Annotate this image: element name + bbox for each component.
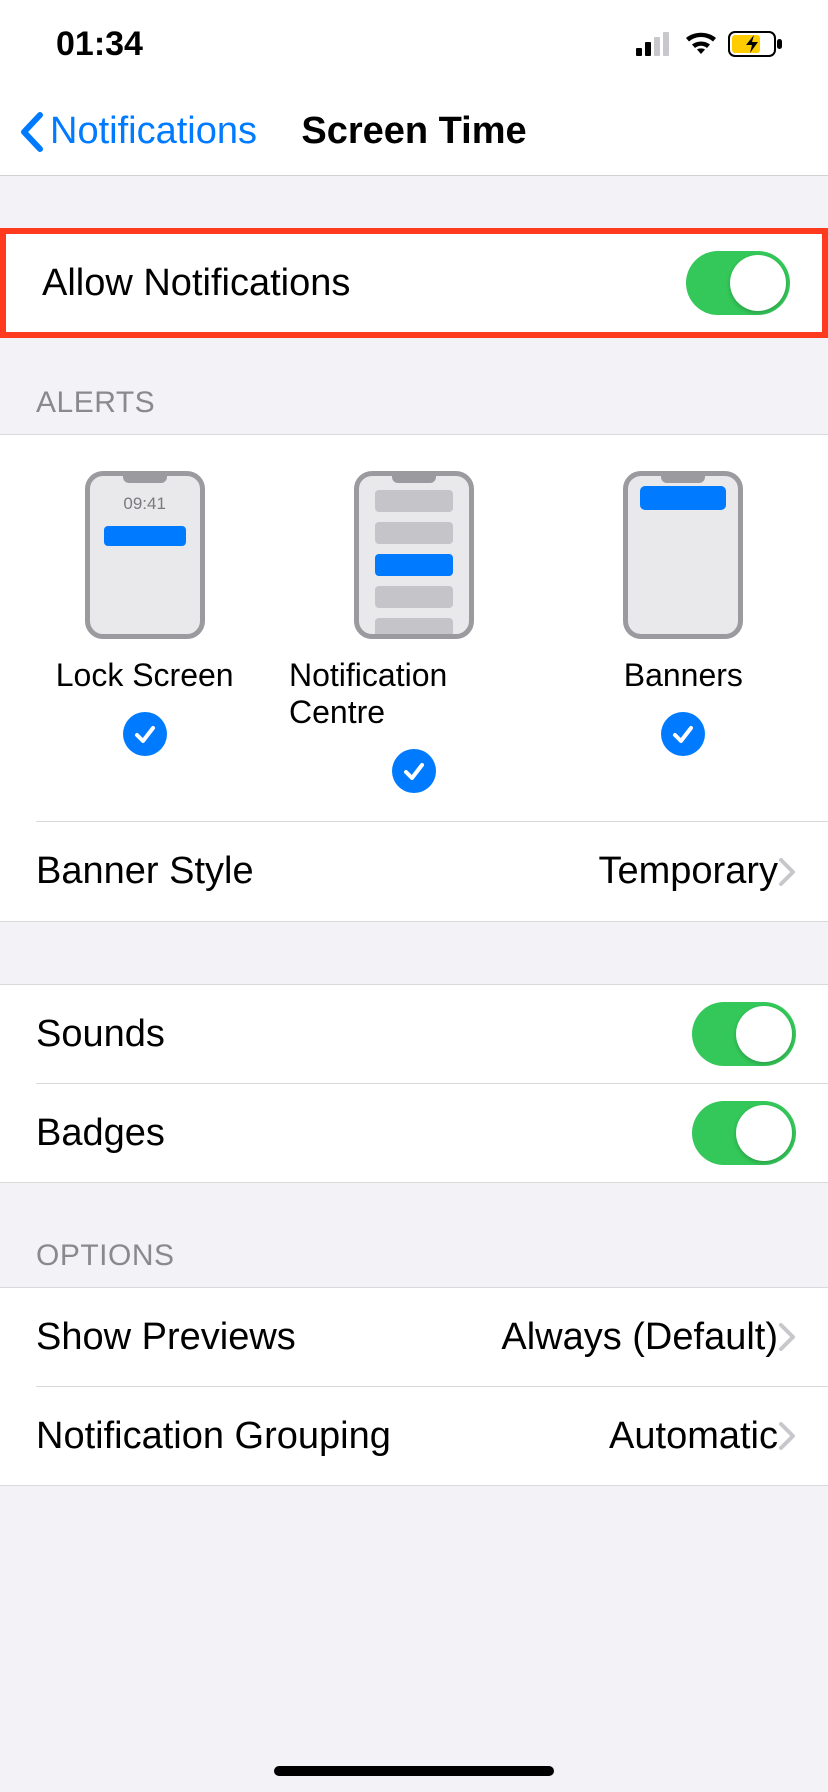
alert-type-banners-label: Banners	[624, 657, 743, 694]
banners-preview-icon	[623, 471, 743, 639]
navigation-bar: Notifications Screen Time	[0, 88, 828, 176]
show-previews-value: Always (Default)	[501, 1316, 778, 1359]
alert-types: 09:41 Lock Screen Notification Centre	[0, 435, 828, 821]
allow-notifications-highlight: Allow Notifications	[0, 228, 828, 338]
battery-charging-icon	[728, 31, 784, 57]
banner-style-label: Banner Style	[36, 850, 599, 893]
back-label: Notifications	[50, 110, 257, 153]
badges-toggle[interactable]	[692, 1101, 796, 1165]
alert-type-lock-screen-label: Lock Screen	[56, 657, 234, 694]
status-bar: 01:34	[0, 0, 828, 88]
status-icons	[636, 31, 784, 57]
chevron-left-icon	[18, 111, 44, 153]
notification-centre-check-icon	[392, 749, 436, 793]
notification-centre-preview-icon	[354, 471, 474, 639]
sounds-row[interactable]: Sounds	[0, 985, 828, 1083]
allow-notifications-row[interactable]: Allow Notifications	[6, 234, 822, 332]
alert-type-banners[interactable]: Banners	[558, 471, 808, 793]
chevron-right-icon	[778, 857, 796, 887]
alerts-panel: 09:41 Lock Screen Notification Centre	[0, 434, 828, 922]
wifi-icon	[684, 32, 718, 56]
options-group: Show Previews Always (Default) Notificat…	[0, 1287, 828, 1486]
cellular-icon	[636, 32, 674, 56]
alert-type-notification-centre-label: Notification Centre	[289, 657, 539, 731]
sounds-badges-group: Sounds Badges	[0, 984, 828, 1183]
allow-notifications-label: Allow Notifications	[42, 262, 686, 305]
home-indicator	[274, 1766, 554, 1776]
sounds-label: Sounds	[36, 1013, 692, 1056]
alerts-section-header: ALERTS	[0, 338, 828, 434]
alert-type-lock-screen[interactable]: 09:41 Lock Screen	[20, 471, 270, 793]
show-previews-label: Show Previews	[36, 1316, 501, 1359]
badges-row[interactable]: Badges	[0, 1084, 828, 1182]
badges-label: Badges	[36, 1112, 692, 1155]
allow-notifications-toggle[interactable]	[686, 251, 790, 315]
lock-screen-check-icon	[123, 712, 167, 756]
lock-screen-preview-icon: 09:41	[85, 471, 205, 639]
options-section-header: OPTIONS	[0, 1183, 828, 1287]
alert-type-notification-centre[interactable]: Notification Centre	[289, 471, 539, 793]
back-button[interactable]: Notifications	[0, 110, 257, 153]
banners-check-icon	[661, 712, 705, 756]
status-time: 01:34	[56, 25, 143, 64]
notification-grouping-label: Notification Grouping	[36, 1415, 609, 1458]
notification-grouping-value: Automatic	[609, 1415, 778, 1458]
chevron-right-icon	[778, 1421, 796, 1451]
lock-screen-preview-time: 09:41	[90, 494, 200, 514]
banner-style-value: Temporary	[599, 850, 779, 893]
sounds-toggle[interactable]	[692, 1002, 796, 1066]
show-previews-row[interactable]: Show Previews Always (Default)	[0, 1288, 828, 1386]
banner-style-row[interactable]: Banner Style Temporary	[0, 822, 828, 922]
chevron-right-icon	[778, 1322, 796, 1352]
notification-grouping-row[interactable]: Notification Grouping Automatic	[0, 1387, 828, 1485]
